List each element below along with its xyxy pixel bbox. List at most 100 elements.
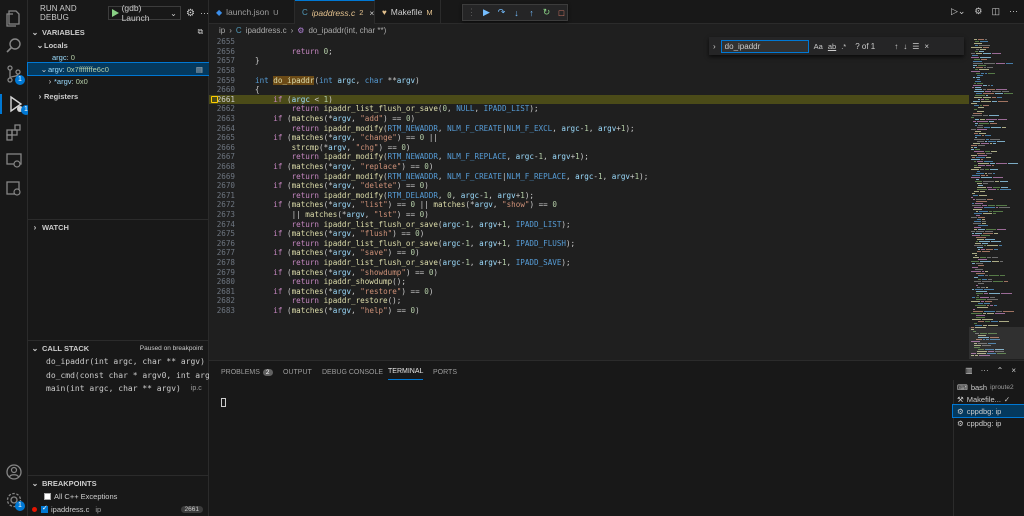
- line-number[interactable]: 2665: [209, 133, 239, 142]
- tab-debug-console[interactable]: DEBUG CONSOLE: [322, 364, 383, 380]
- line-number[interactable]: 2669: [209, 172, 239, 181]
- breakpoint-checkbox[interactable]: [44, 492, 51, 500]
- code-line[interactable]: 2668 if (matches(*argv, "replace") == 0): [209, 162, 969, 172]
- continue-icon[interactable]: ▶: [481, 7, 492, 19]
- step-over-icon[interactable]: ↷: [496, 7, 507, 19]
- variables-section-header[interactable]: ⌄ VARIABLES ⧉: [28, 25, 209, 39]
- settings-gear-icon[interactable]: ⚙: [186, 8, 195, 19]
- chevron-up-icon[interactable]: ⌃: [997, 366, 1004, 375]
- code-line[interactable]: 2660 {: [209, 85, 969, 95]
- code-editor[interactable]: 2655 2656 return 0; 2657} 2658 2659 int do_ip…: [209, 37, 969, 360]
- code-line[interactable]: 2665 if (matches(*argv, "change") == 0 |…: [209, 133, 969, 143]
- restart-icon[interactable]: ↻: [541, 7, 552, 19]
- step-out-icon[interactable]: ↑: [526, 7, 537, 19]
- find-in-selection-icon[interactable]: ☰: [912, 42, 919, 51]
- line-number[interactable]: 2678: [209, 258, 239, 267]
- find-input[interactable]: do_ipaddr: [720, 39, 809, 53]
- start-debugging-icon[interactable]: [111, 9, 119, 17]
- gear-icon[interactable]: ⚙: [974, 6, 982, 17]
- terminal-layout-icon[interactable]: ▥: [965, 366, 973, 375]
- locals-scope[interactable]: ⌄ Locals: [28, 39, 209, 51]
- testing-icon[interactable]: [4, 178, 24, 198]
- code-line[interactable]: 2664 return ipaddr_modify(RTM_NEWADDR, N…: [209, 123, 969, 133]
- close-icon[interactable]: ×: [1011, 366, 1016, 375]
- step-into-icon[interactable]: ↓: [511, 7, 522, 19]
- current-line[interactable]: 2661 if (argc < 1): [209, 94, 969, 105]
- source-control-icon[interactable]: 1: [4, 64, 25, 85]
- line-number[interactable]: 2657: [209, 56, 239, 65]
- code-line[interactable]: 2659 int do_ipaddr(int argc, char **argv): [209, 75, 969, 85]
- code-line[interactable]: 2666 strcmp(*argv, "chg") == 0): [209, 143, 969, 153]
- more-actions-icon[interactable]: ···: [981, 366, 989, 375]
- code-line[interactable]: 2674 return ipaddr_list_flush_or_save(ar…: [209, 219, 969, 229]
- code-line[interactable]: 2662 return ipaddr_list_flush_or_save(0,…: [209, 104, 969, 114]
- code-line[interactable]: 2663 if (matches(*argv, "add") == 0): [209, 114, 969, 124]
- code-line[interactable]: 2677 if (matches(*argv, "save") == 0): [209, 248, 969, 258]
- code-line[interactable]: 2667 return ipaddr_modify(RTM_NEWADDR, N…: [209, 152, 969, 162]
- launch-config-select[interactable]: (gdb) Launch ⌄: [107, 3, 182, 23]
- line-number[interactable]: 2683: [209, 306, 239, 315]
- code-line[interactable]: 2683 if (matches(*argv, "help") == 0): [209, 306, 969, 316]
- regex-toggle[interactable]: .*: [841, 42, 846, 51]
- remote-explorer-icon[interactable]: [4, 150, 24, 170]
- line-number[interactable]: 2672: [209, 200, 239, 209]
- search-icon[interactable]: [4, 36, 24, 56]
- arrow-down-icon[interactable]: ↓: [903, 42, 907, 51]
- match-whole-word-toggle[interactable]: ab: [828, 42, 836, 51]
- tab-ports[interactable]: PORTS: [433, 364, 457, 380]
- stack-frame[interactable]: main(int argc, char ** argv) ip.c: [28, 382, 209, 394]
- code-line[interactable]: 2680 return ipaddr_showdump();: [209, 277, 969, 287]
- split-editor-icon[interactable]: ◫: [991, 6, 1000, 17]
- line-number[interactable]: 2667: [209, 152, 239, 161]
- chevron-down-icon[interactable]: ⌄: [170, 9, 177, 18]
- watch-section-header[interactable]: › WATCH: [28, 220, 209, 234]
- breadcrumb-symbol[interactable]: do_ipaddr(int, char **): [308, 26, 386, 35]
- variable-row-selected[interactable]: ⌄ argv : 0x7fffffffe6c0 ▤: [27, 62, 210, 76]
- variable-row[interactable]: › *argv : 0x0: [28, 75, 209, 87]
- close-icon[interactable]: ×: [924, 42, 929, 51]
- line-number[interactable]: 2663: [209, 114, 239, 123]
- code-line[interactable]: 2672 if (matches(*argv, "list") == 0 || …: [209, 200, 969, 210]
- line-number[interactable]: 2664: [209, 124, 239, 133]
- line-number[interactable]: 2655: [209, 37, 239, 46]
- code-line[interactable]: 2681 if (matches(*argv, "restore") == 0): [209, 287, 969, 297]
- code-line[interactable]: 2682 return ipaddr_restore();: [209, 296, 969, 306]
- tab-ipaddress-c[interactable]: C ipaddress.c 2 ×: [295, 0, 375, 24]
- breadcrumb-folder[interactable]: ip: [219, 26, 225, 35]
- explorer-icon[interactable]: [4, 8, 24, 28]
- minimap[interactable]: [969, 37, 1024, 360]
- line-number[interactable]: 2676: [209, 239, 239, 248]
- breakpoint-item[interactable]: ipaddress.c ip 2661: [28, 503, 209, 515]
- breakpoints-section-header[interactable]: ⌄ BREAKPOINTS: [28, 476, 209, 490]
- line-number[interactable]: 2670: [209, 181, 239, 190]
- line-number[interactable]: 2666: [209, 143, 239, 152]
- toggle-replace-chevron-icon[interactable]: ›: [713, 42, 716, 51]
- code-line[interactable]: 2676 return ipaddr_list_flush_or_save(ar…: [209, 239, 969, 249]
- line-number[interactable]: 2659: [209, 76, 239, 85]
- line-number[interactable]: 2677: [209, 248, 239, 257]
- call-stack-section-header[interactable]: ⌄ CALL STACK Paused on breakpoint: [28, 341, 209, 355]
- match-case-toggle[interactable]: Aa: [814, 42, 823, 51]
- terminal-item[interactable]: ⚒ Makefile... ✓: [953, 393, 1024, 405]
- tab-launch-json[interactable]: ◆ launch.json U: [209, 0, 295, 24]
- run-icon[interactable]: ▷⌄: [951, 6, 965, 17]
- collapse-all-icon[interactable]: ⧉: [198, 27, 203, 37]
- line-number[interactable]: 2674: [209, 220, 239, 229]
- run-debug-icon[interactable]: 1: [0, 94, 31, 115]
- breakpoint-stopped-icon[interactable]: [211, 95, 218, 103]
- close-icon[interactable]: ×: [369, 8, 374, 18]
- line-number[interactable]: 2681: [209, 287, 239, 296]
- line-number[interactable]: 2658: [209, 66, 239, 75]
- line-number[interactable]: 2675: [209, 229, 239, 238]
- stack-frame[interactable]: do_cmd(const char * argv0, int argc, c: [28, 369, 209, 381]
- stack-frame[interactable]: do_ipaddr(int argc, char ** argv): [28, 355, 209, 367]
- code-line[interactable]: 2671 return ipaddr_modify(RTM_DELADDR, 0…: [209, 191, 969, 201]
- terminal-item[interactable]: ⚙ cppdbg: ip: [953, 417, 1024, 429]
- stop-icon[interactable]: □: [556, 7, 567, 19]
- breakpoint-checkbox[interactable]: [41, 504, 48, 513]
- code-line[interactable]: 2657}: [209, 56, 969, 66]
- drag-handle-icon[interactable]: ⋮: [466, 7, 477, 19]
- breadcrumb-file[interactable]: ipaddress.c: [246, 26, 287, 35]
- manage-gear-icon[interactable]: 1: [4, 490, 25, 511]
- line-number[interactable]: 2668: [209, 162, 239, 171]
